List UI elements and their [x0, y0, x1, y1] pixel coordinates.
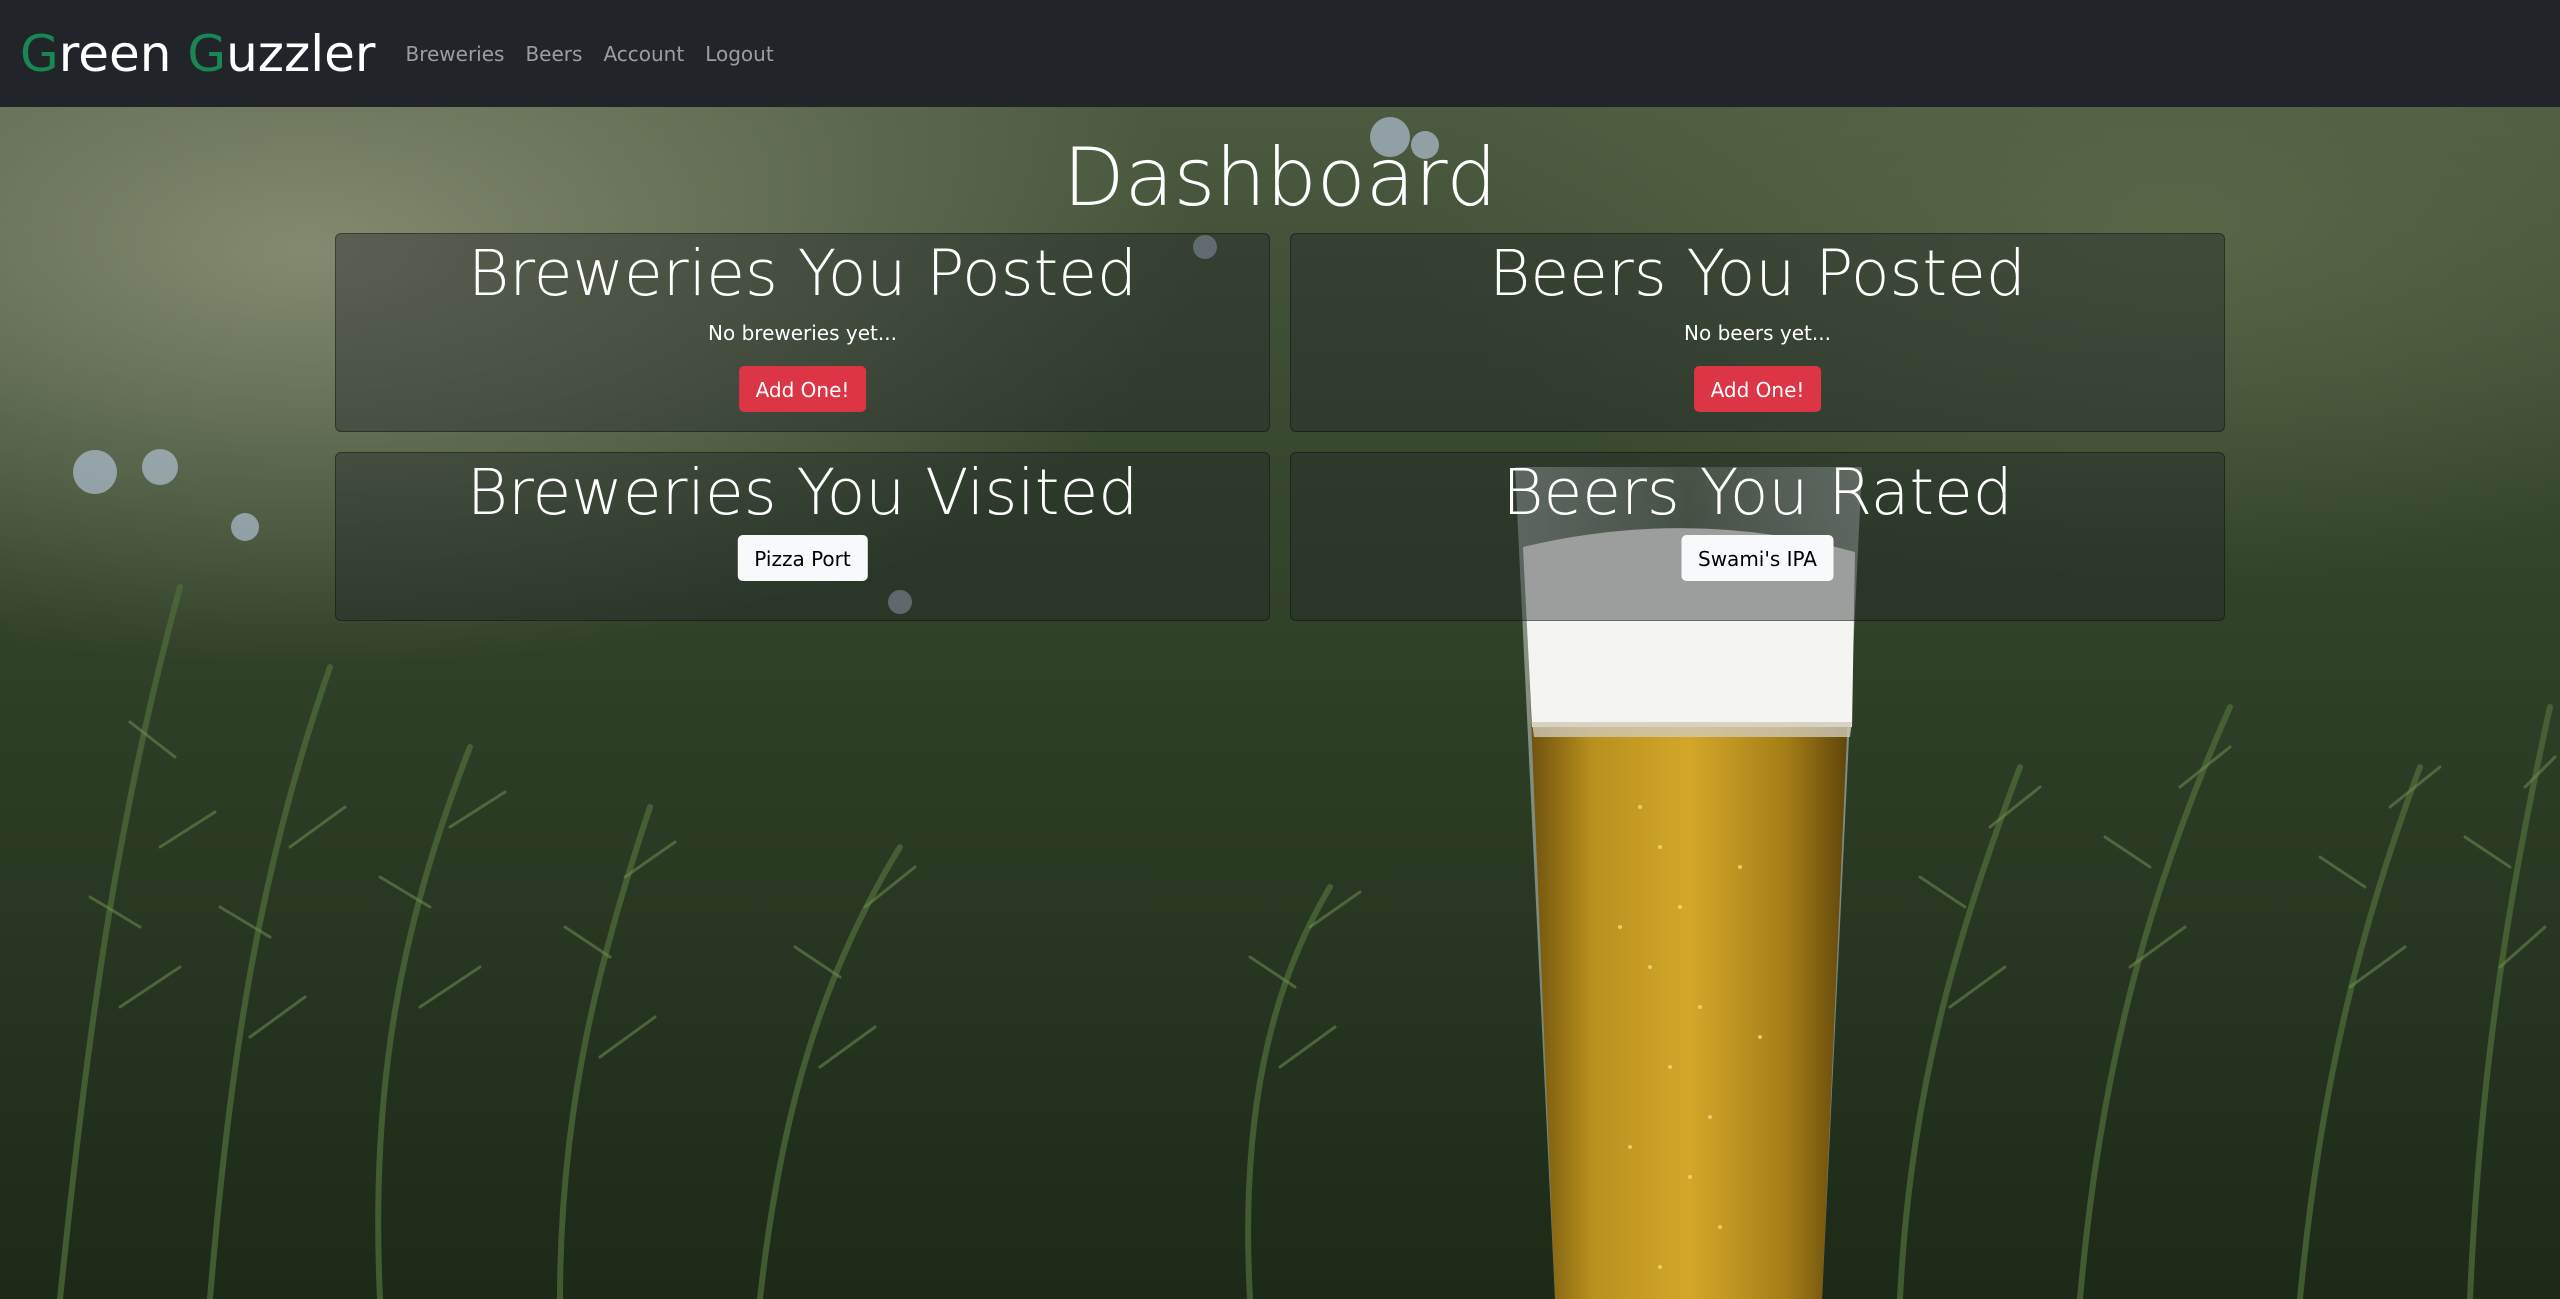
- nav-link-account[interactable]: Account: [603, 42, 684, 66]
- brand-letter-g2: G: [187, 24, 227, 83]
- card-breweries-visited: Breweries You Visited Pizza Port: [335, 452, 1270, 621]
- nav-link-beers[interactable]: Beers: [525, 42, 582, 66]
- rated-beer-button[interactable]: Swami's IPA: [1681, 535, 1834, 581]
- brand-letter-g1: G: [20, 24, 59, 83]
- card-title-beers-rated: Beers You Rated: [1502, 456, 2013, 529]
- brand-logo[interactable]: Green Guzzler: [20, 25, 375, 83]
- nav-link-logout[interactable]: Logout: [705, 42, 773, 66]
- card-title-beers-posted: Beers You Posted: [1489, 237, 2026, 310]
- card-title-breweries-posted: Breweries You Posted: [467, 237, 1137, 310]
- empty-beers-text: No beers yet...: [1684, 321, 1831, 345]
- card-breweries-posted: Breweries You Posted No breweries yet...…: [335, 233, 1270, 432]
- visited-brewery-button[interactable]: Pizza Port: [737, 535, 868, 581]
- add-brewery-button[interactable]: Add One!: [738, 366, 867, 412]
- card-title-breweries-visited: Breweries You Visited: [466, 456, 1139, 529]
- brand-text-2: uzzler: [226, 24, 376, 83]
- add-beer-button[interactable]: Add One!: [1693, 366, 1822, 412]
- card-beers-rated: Beers You Rated Swami's IPA: [1290, 452, 2225, 621]
- top-navbar: Green Guzzler Breweries Beers Account Lo…: [0, 0, 2560, 107]
- card-beers-posted: Beers You Posted No beers yet... Add One…: [1290, 233, 2225, 432]
- page-title: Dashboard: [1062, 131, 1498, 224]
- brand-text-1: reen: [58, 24, 188, 83]
- empty-breweries-text: No breweries yet...: [708, 321, 897, 345]
- nav-link-breweries[interactable]: Breweries: [405, 42, 504, 66]
